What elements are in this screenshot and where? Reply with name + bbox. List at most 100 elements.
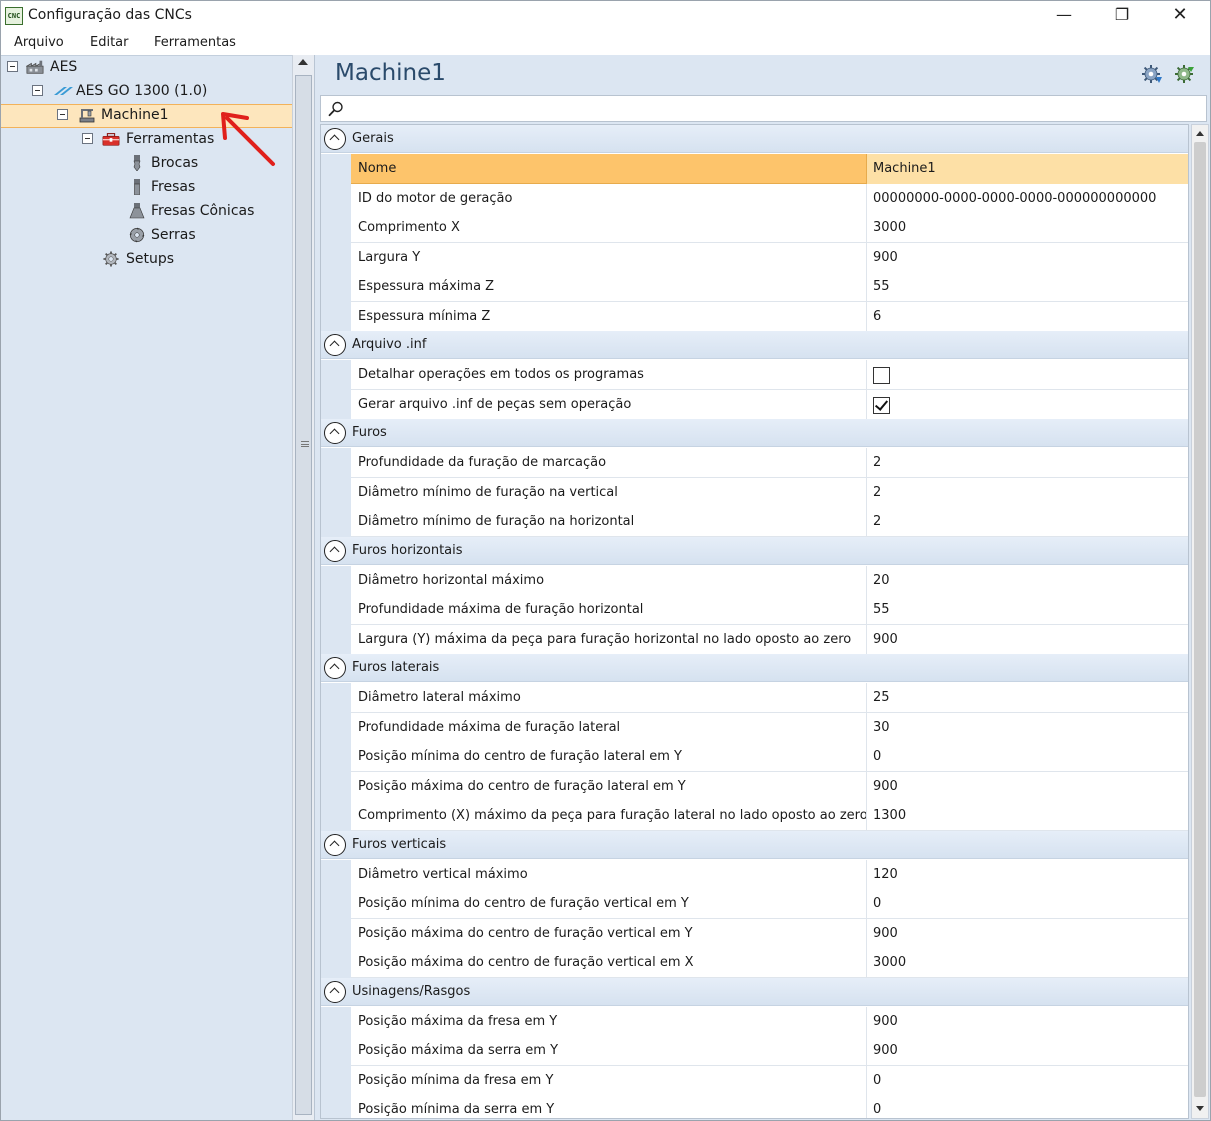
property-value-cell[interactable]: 0	[866, 1095, 1188, 1118]
tree-scroll-thumb[interactable]	[295, 75, 312, 1115]
property-row[interactable]: Diâmetro mínimo de furação na horizontal…	[351, 507, 1188, 537]
scroll-up-icon[interactable]	[298, 59, 308, 65]
maximize-button[interactable]: ❐	[1093, 1, 1151, 31]
collapse-category-icon[interactable]	[324, 334, 346, 356]
property-row[interactable]: Profundidade da furação de marcação 2	[351, 448, 1188, 478]
property-value-cell[interactable]: 0	[866, 1066, 1188, 1096]
tree-node-serras[interactable]: Serras	[1, 224, 291, 246]
tree-node-fresas[interactable]: Fresas	[1, 176, 291, 198]
search-input[interactable]	[349, 98, 1199, 119]
property-value-cell[interactable]	[866, 360, 1188, 390]
property-row[interactable]: Diâmetro vertical máximo 120	[351, 860, 1188, 890]
property-row[interactable]: Comprimento (X) máximo da peça para fura…	[351, 801, 1188, 831]
collapse-icon[interactable]	[32, 85, 43, 96]
property-row[interactable]: Comprimento X 3000	[351, 213, 1188, 243]
property-value-cell[interactable]: 900	[866, 1036, 1188, 1066]
tree-scrollbar[interactable]	[292, 55, 314, 1120]
menu-ferramentas[interactable]: Ferramentas	[154, 35, 236, 50]
property-row[interactable]: Detalhar operações em todos os programas	[351, 360, 1188, 390]
tree-node-aes[interactable]: AES	[1, 56, 291, 78]
grid-scrollbar[interactable]	[1191, 124, 1209, 1119]
collapse-category-icon[interactable]	[324, 539, 346, 562]
property-row[interactable]: Posição máxima do centro de furação late…	[351, 772, 1188, 802]
property-row[interactable]: Diâmetro mínimo de furação na vertical 2	[351, 478, 1188, 508]
collapse-icon[interactable]	[82, 133, 93, 144]
property-value-cell[interactable]: 0	[866, 889, 1188, 919]
collapse-icon[interactable]	[7, 61, 18, 72]
settings-sync-icon[interactable]	[1141, 63, 1163, 85]
category-header[interactable]: Gerais	[321, 125, 1188, 153]
property-value-cell[interactable]	[866, 390, 1188, 420]
property-value-cell[interactable]: 30	[866, 713, 1188, 743]
property-row[interactable]: Posição mínima do centro de furação vert…	[351, 889, 1188, 919]
property-row[interactable]: Posição mínima da serra em Y 0	[351, 1095, 1188, 1118]
tree-node-fresas-conicas[interactable]: Fresas Cônicas	[1, 200, 291, 222]
property-row[interactable]: Posição mínima do centro de furação late…	[351, 742, 1188, 772]
property-value-cell[interactable]: 0	[866, 742, 1188, 772]
property-value-cell[interactable]: 55	[866, 595, 1188, 625]
property-value-cell[interactable]: 2	[866, 478, 1188, 508]
property-value-cell[interactable]: Machine1	[866, 154, 1188, 184]
property-value-cell[interactable]: 6	[866, 302, 1188, 332]
property-row[interactable]: Posição máxima da fresa em Y 900	[351, 1007, 1188, 1037]
category-header[interactable]: Furos horizontais	[321, 536, 1188, 565]
property-value-cell[interactable]: 900	[866, 919, 1188, 949]
property-row[interactable]: Diâmetro lateral máximo 25	[351, 683, 1188, 713]
scroll-up-icon[interactable]	[1196, 131, 1204, 136]
property-value-cell[interactable]: 25	[866, 683, 1188, 713]
minimize-button[interactable]: —	[1035, 1, 1093, 31]
collapse-category-icon[interactable]	[324, 657, 346, 679]
category-header[interactable]: Furos verticais	[321, 830, 1188, 859]
property-value-cell[interactable]: 900	[866, 625, 1188, 655]
property-search[interactable]	[320, 95, 1207, 122]
tree-node-setups[interactable]: Setups	[1, 248, 291, 270]
property-value-cell[interactable]: 2	[866, 507, 1188, 537]
property-value-cell[interactable]: 3000	[866, 213, 1188, 243]
tree-node-aes-go-1300[interactable]: AES GO 1300 (1.0)	[1, 80, 291, 102]
scroll-down-icon[interactable]	[1196, 1106, 1204, 1111]
close-button[interactable]: ✕	[1151, 1, 1209, 31]
property-row[interactable]: Profundidade máxima de furação lateral 30	[351, 713, 1188, 743]
collapse-icon[interactable]	[57, 109, 68, 120]
property-value-cell[interactable]: 20	[866, 566, 1188, 596]
property-row[interactable]: Profundidade máxima de furação horizonta…	[351, 595, 1188, 625]
property-row[interactable]: Posição máxima do centro de furação vert…	[351, 948, 1188, 978]
property-row[interactable]: Posição máxima do centro de furação vert…	[351, 919, 1188, 949]
property-value-cell[interactable]: 2	[866, 448, 1188, 478]
property-value-cell[interactable]: 900	[866, 772, 1188, 802]
property-name: Diâmetro lateral máximo	[358, 690, 521, 705]
collapse-category-icon[interactable]	[324, 980, 346, 1003]
property-row[interactable]: Posição máxima da serra em Y 900	[351, 1036, 1188, 1066]
grid-scroll-thumb[interactable]	[1194, 142, 1206, 1097]
collapse-category-icon[interactable]	[324, 422, 346, 444]
category-header[interactable]: Furos	[321, 419, 1188, 447]
property-value-cell[interactable]: 00000000-0000-0000-0000-000000000000	[866, 184, 1188, 214]
property-row[interactable]: Posição mínima da fresa em Y 0	[351, 1066, 1188, 1096]
property-row[interactable]: Espessura máxima Z 55	[351, 272, 1188, 302]
collapse-category-icon[interactable]	[324, 833, 346, 856]
title-bar[interactable]: CNC Configuração das CNCs — ❐ ✕	[1, 1, 1210, 31]
unchecked-checkbox[interactable]	[873, 367, 890, 384]
property-value-cell[interactable]: 55	[866, 272, 1188, 302]
property-row[interactable]: Gerar arquivo .inf de peças sem operação	[351, 390, 1188, 420]
property-row[interactable]: Nome Machine1	[351, 154, 1188, 184]
property-value-cell[interactable]: 1300	[866, 801, 1188, 831]
property-row[interactable]: Espessura mínima Z 6	[351, 302, 1188, 332]
category-header[interactable]: Usinagens/Rasgos	[321, 977, 1188, 1006]
property-row[interactable]: Largura Y 900	[351, 243, 1188, 273]
category-header[interactable]: Furos laterais	[321, 654, 1188, 682]
property-value-cell[interactable]: 3000	[866, 948, 1188, 978]
property-value: 900	[873, 1043, 898, 1058]
settings-apply-icon[interactable]	[1174, 63, 1196, 85]
property-row[interactable]: Largura (Y) máxima da peça para furação …	[351, 625, 1188, 655]
menu-arquivo[interactable]: Arquivo	[14, 35, 64, 50]
property-row[interactable]: ID do motor de geração 00000000-0000-0000…	[351, 184, 1188, 214]
checked-checkbox[interactable]	[873, 397, 890, 414]
property-value-cell[interactable]: 120	[866, 860, 1188, 890]
collapse-category-icon[interactable]	[324, 128, 346, 150]
menu-editar[interactable]: Editar	[90, 35, 129, 50]
property-row[interactable]: Diâmetro horizontal máximo 20	[351, 566, 1188, 596]
property-value-cell[interactable]: 900	[866, 243, 1188, 273]
property-value-cell[interactable]: 900	[866, 1007, 1188, 1037]
category-header[interactable]: Arquivo .inf	[321, 331, 1188, 359]
